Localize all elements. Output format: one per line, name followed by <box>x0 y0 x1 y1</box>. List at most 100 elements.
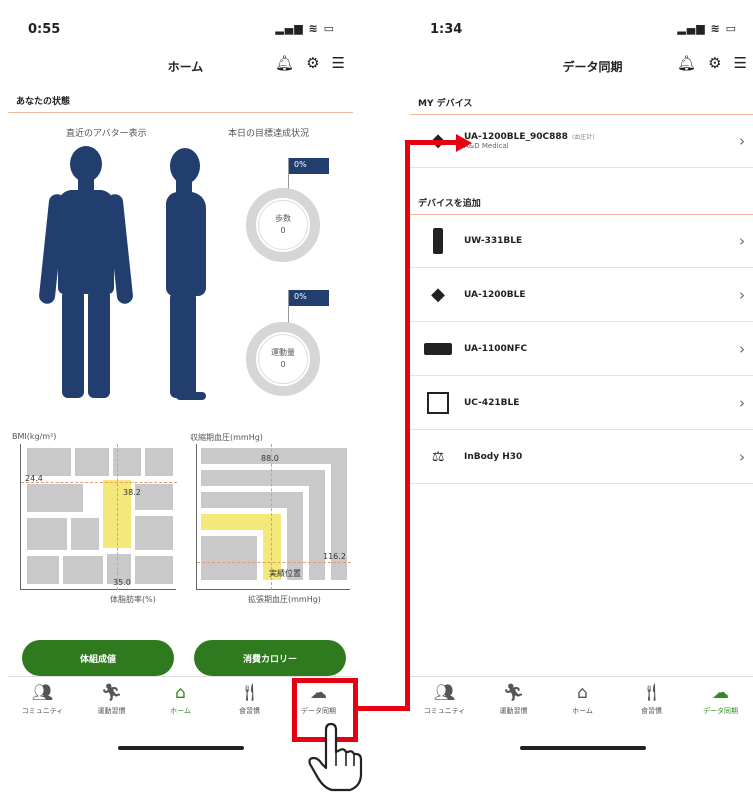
tab-exercise[interactable]: 🏃︎ 運動習慣 <box>479 677 548 724</box>
tab-label: 食習慣 <box>239 707 260 715</box>
scale-device-icon <box>424 227 452 255</box>
body-scale-icon <box>424 389 452 417</box>
bp-x-axis-label: 拡張期血圧(mmHg) <box>248 595 321 604</box>
tab-bar: 👥︎ コミュニティ 🏃︎ 運動習慣 ⌂ ホーム 🍴︎ 食習慣 ☁ データ同期 <box>410 676 753 724</box>
steps-label: 歩数 <box>275 214 291 223</box>
connector-line <box>405 140 410 711</box>
tab-label: ホーム <box>572 707 593 715</box>
menu-icon[interactable]: ☰ <box>332 54 345 72</box>
gear-icon[interactable]: ⚙ <box>708 54 721 72</box>
arrow-head-icon <box>456 134 472 152</box>
my-device-name: UA-1200BLE_90C888 <box>464 131 568 142</box>
bell-icon[interactable]: 🔔︎ <box>275 54 294 72</box>
tab-label: コミュニティ <box>21 707 64 715</box>
section-title: あなたの状態 <box>8 94 353 113</box>
bmi-x-axis-label: 体脂肪率(%) <box>110 595 156 604</box>
tab-community[interactable]: 👥︎ コミュニティ <box>8 677 77 724</box>
bp-chart-label: 収縮期血圧(mmHg) <box>190 433 263 442</box>
tab-meal[interactable]: 🍴︎ 食習慣 <box>617 677 686 724</box>
bmi-marker-value: 38.2 <box>123 488 141 497</box>
calories-button[interactable]: 消費カロリー <box>194 640 346 676</box>
chevron-right-icon: › <box>739 447 745 466</box>
status-bar: 1:34 ▂▄▆ ≋ ▭ <box>430 22 737 38</box>
exercise-flag: 0% <box>289 290 329 306</box>
top-bar: データ同期 🔔︎ ⚙ ☰ <box>410 54 753 78</box>
tab-home[interactable]: ⌂ ホーム <box>548 677 617 724</box>
status-system-icons: ▂▄▆ ≋ ▭ <box>677 22 737 35</box>
chevron-right-icon: › <box>739 339 745 358</box>
home-screen: 0:55 ▂▄▆ ≋ ▭ ホーム 🔔︎ ⚙ ☰ あなたの状態 直近のアバター表示… <box>8 0 353 765</box>
tab-exercise[interactable]: 🏃︎ 運動習慣 <box>77 677 146 724</box>
runner-icon: 🏃︎ <box>502 683 525 703</box>
bp-marker-value: 実績位置 <box>269 569 301 578</box>
meal-icon: 🍴︎ <box>640 683 663 703</box>
status-bar: 0:55 ▂▄▆ ≋ ▭ <box>28 22 335 38</box>
tab-label: コミュニティ <box>423 707 466 715</box>
tab-label: データ同期 <box>703 707 738 715</box>
community-icon: 👥︎ <box>31 683 54 703</box>
gear-icon[interactable]: ⚙ <box>306 54 319 72</box>
my-device-note: (血圧計) <box>571 133 595 141</box>
runner-icon: 🏃︎ <box>100 683 123 703</box>
exercise-value: 0 <box>280 360 286 369</box>
device-row[interactable]: ⚖ InBody H30 › <box>410 430 753 484</box>
my-devices-title: MY デバイス <box>410 96 753 115</box>
add-device-title: デバイスを追加 <box>410 196 753 215</box>
status-time: 0:55 <box>28 22 61 37</box>
device-row[interactable]: UA-1100NFC › <box>410 322 753 376</box>
steps-flag: 0% <box>289 158 329 174</box>
body-composition-button[interactable]: 体組成値 <box>22 640 174 676</box>
bell-icon[interactable]: 🔔︎ <box>677 54 696 72</box>
chevron-right-icon: › <box>739 231 745 250</box>
chevron-right-icon: › <box>739 393 745 412</box>
tab-community[interactable]: 👥︎ コミュニティ <box>410 677 479 724</box>
device-name: UA-1200BLE <box>464 289 526 300</box>
tab-data-sync[interactable]: ☁ データ同期 <box>686 677 753 724</box>
device-row[interactable]: UW-331BLE › <box>410 214 753 268</box>
device-name: UA-1100NFC <box>464 343 528 354</box>
inbody-icon: ⚖ <box>431 448 445 465</box>
tab-label: 食習慣 <box>641 707 662 715</box>
home-indicator <box>118 746 244 750</box>
connector-line <box>405 140 459 145</box>
home-icon: ⌂ <box>577 683 588 703</box>
bmi-chart: 24.4 38.2 35.0 <box>20 444 177 590</box>
status-system-icons: ▂▄▆ ≋ ▭ <box>275 22 335 35</box>
chevron-right-icon: › <box>739 285 745 304</box>
menu-icon[interactable]: ☰ <box>734 54 747 72</box>
bp-y-value: 88.0 <box>261 454 279 463</box>
device-name: UC-421BLE <box>464 397 520 408</box>
data-sync-screen: 1:34 ▂▄▆ ≋ ▭ データ同期 🔔︎ ⚙ ☰ MY デバイス ◆ UA-1… <box>410 0 753 765</box>
meal-icon: 🍴︎ <box>238 683 261 703</box>
bp-x-value: 116.2 <box>323 552 346 561</box>
connector-line <box>358 706 410 711</box>
exercise-label: 運動量 <box>271 348 295 357</box>
my-device-maker: A&D Medical <box>464 141 509 150</box>
community-icon: 👥︎ <box>433 683 456 703</box>
steps-value: 0 <box>280 226 286 235</box>
bmi-chart-label: BMI(kg/m²) <box>12 432 57 441</box>
status-time: 1:34 <box>430 22 463 37</box>
bmi-y-value: 24.4 <box>25 474 43 483</box>
chevron-right-icon: › <box>739 131 745 150</box>
bp-cuff-icon <box>424 335 452 363</box>
tap-hand-icon <box>308 722 363 792</box>
device-row[interactable]: UC-421BLE › <box>410 376 753 430</box>
device-name: InBody H30 <box>464 451 523 462</box>
device-row[interactable]: ◆ UA-1200BLE › <box>410 268 753 322</box>
home-indicator <box>520 746 646 750</box>
bp-monitor-icon: ◆ <box>431 284 445 305</box>
tab-meal[interactable]: 🍴︎ 食習慣 <box>215 677 284 724</box>
bp-chart: 88.0 116.2 実績位置 <box>196 444 351 590</box>
goal-caption: 本日の目標達成状況 <box>228 129 310 139</box>
home-icon: ⌂ <box>175 683 186 703</box>
avatar-caption: 直近のアバター表示 <box>66 129 147 139</box>
cloud-upload-icon: ☁ <box>712 683 729 703</box>
tab-label: 運動習慣 <box>499 707 528 715</box>
tab-home[interactable]: ⌂ ホーム <box>146 677 215 724</box>
device-name: UW-331BLE <box>464 235 523 246</box>
tab-label: 運動習慣 <box>97 707 126 715</box>
top-bar: ホーム 🔔︎ ⚙ ☰ <box>8 54 353 78</box>
bmi-x-value: 35.0 <box>113 578 131 587</box>
tab-label: ホーム <box>170 707 191 715</box>
